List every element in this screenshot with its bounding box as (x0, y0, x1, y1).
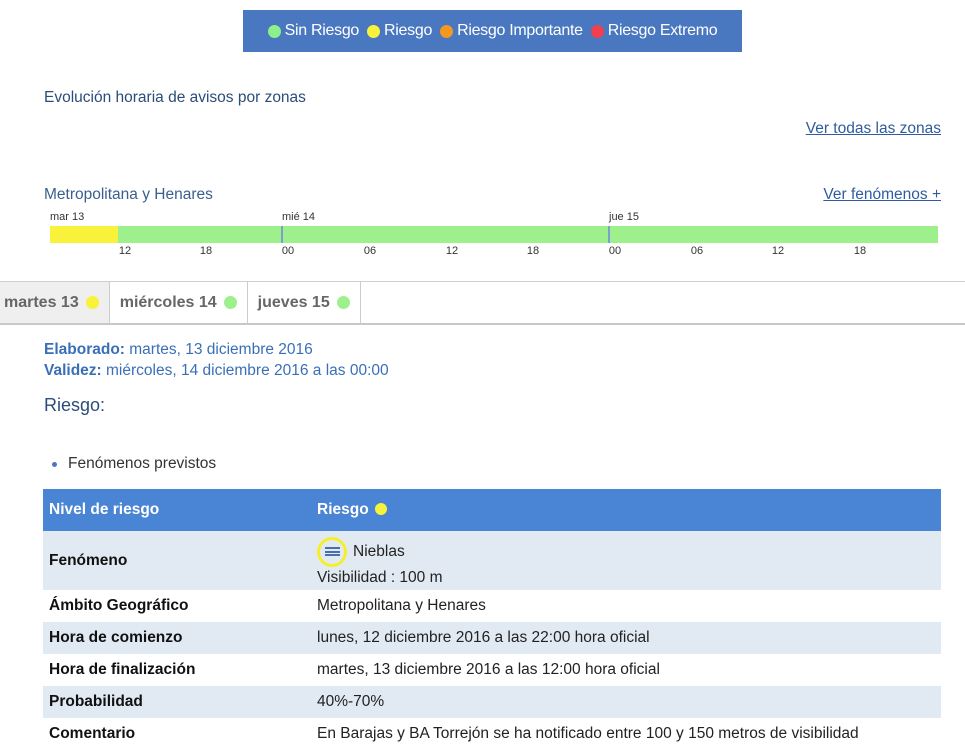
view-phenomena-link[interactable]: Ver fenómenos + (823, 186, 941, 204)
bullet-icon (52, 461, 57, 467)
table-row: Comentario En Barajas y BA Torrejón se h… (43, 718, 941, 750)
row-label: Comentario (49, 725, 136, 742)
timeline-riesgo-segment (50, 226, 118, 243)
timeline-day-label: mié 14 (282, 211, 316, 223)
row-value: martes, 13 diciembre 2016 a las 12:00 ho… (317, 661, 660, 678)
row-value: 40%-70% (311, 686, 941, 718)
day-tabs: martes 13 miércoles 14 jueves 15 (0, 281, 965, 325)
yellow-dot-icon (85, 296, 99, 309)
timeline-bar[interactable] (50, 226, 938, 243)
legend-riesgo: Riesgo (367, 22, 432, 40)
elaborado-line: Elaborado: martes, 13 diciembre 2016 (44, 341, 313, 358)
fog-icon (317, 536, 347, 567)
timeline-day-separator (608, 226, 610, 243)
risk-table: Nivel de riesgo Riesgo Fenómeno Nieblas … (43, 489, 941, 750)
legend-riesgo-extremo: Riesgo Extremo (590, 22, 718, 40)
warning-meta: Elaborado: martes, 13 diciembre 2016 Val… (44, 339, 389, 381)
orange-dot-icon (440, 24, 454, 38)
green-dot-icon (267, 24, 281, 38)
row-value: lunes, 12 diciembre 2016 a las 22:00 hor… (311, 622, 941, 654)
green-dot-icon (336, 296, 350, 309)
timeline-hour-label: 18 (853, 245, 867, 257)
phenomenon-detail: Visibilidad : 100 m (317, 568, 443, 586)
view-all-zones-link[interactable]: Ver todas las zonas (806, 120, 941, 138)
zone-name: Metropolitana y Henares (44, 186, 213, 203)
section-title: Evolución horaria de avisos por zonas (44, 89, 306, 106)
timeline-day-label: jue 15 (609, 211, 639, 223)
timeline-hour-label: 12 (118, 245, 132, 257)
timeline-day-separator (281, 226, 283, 243)
timeline-hour-label: 12 (771, 245, 785, 257)
row-label: Ámbito Geográfico (49, 597, 189, 614)
table-row: Probabilidad 40%-70% (43, 686, 941, 718)
legend-riesgo-importante: Riesgo Importante (440, 22, 583, 40)
riesgo-heading: Riesgo: (44, 395, 106, 415)
table-row: Ámbito Geográfico Metropolitana y Henare… (43, 590, 941, 622)
row-label: Hora de comienzo (43, 622, 311, 654)
timeline-hour-label: 00 (608, 245, 622, 257)
row-label: Hora de finalización (49, 661, 196, 678)
row-value: Metropolitana y Henares (317, 597, 486, 614)
table-header-row: Nivel de riesgo Riesgo (43, 489, 941, 531)
timeline-hour-label: 18 (199, 245, 213, 257)
yellow-dot-icon (367, 24, 381, 38)
yellow-dot-icon (375, 503, 387, 515)
table-row: Fenómeno Nieblas Visibilidad : 100 m (43, 531, 941, 590)
table-row: Hora de comienzo lunes, 12 diciembre 201… (43, 622, 941, 654)
timeline-hour-label: 18 (526, 245, 540, 257)
legend-sin-riesgo: Sin Riesgo (267, 22, 359, 40)
tab-miercoles-14[interactable]: miércoles 14 (110, 282, 248, 323)
tab-jueves-15[interactable]: jueves 15 (248, 282, 361, 323)
phenomenon-name-line: Nieblas (317, 536, 935, 567)
timeline-hour-label: 06 (690, 245, 704, 257)
timeline-hour-label: 12 (445, 245, 459, 257)
timeline-hour-label: 00 (281, 245, 295, 257)
row-label: Probabilidad (43, 686, 311, 718)
row-value: Nieblas Visibilidad : 100 m (311, 531, 941, 590)
table-row: Hora de finalización martes, 13 diciembr… (43, 654, 941, 686)
row-value: En Barajas y BA Torrejón se ha notificad… (317, 725, 859, 742)
risk-legend: Sin Riesgo Riesgo Riesgo Importante Ries… (243, 10, 742, 52)
timeline-hour-label: 06 (363, 245, 377, 257)
row-label: Fenómeno (43, 531, 311, 590)
table-header-value: Riesgo (311, 489, 941, 531)
table-header-label: Nivel de riesgo (43, 489, 311, 531)
tab-martes-13[interactable]: martes 13 (0, 282, 110, 323)
list-item: Fenómenos previstos (52, 455, 216, 473)
validez-line: Validez: miércoles, 14 diciembre 2016 a … (44, 362, 389, 379)
green-dot-icon (223, 296, 237, 309)
red-dot-icon (590, 24, 604, 38)
timeline-day-label: mar 13 (50, 211, 85, 223)
